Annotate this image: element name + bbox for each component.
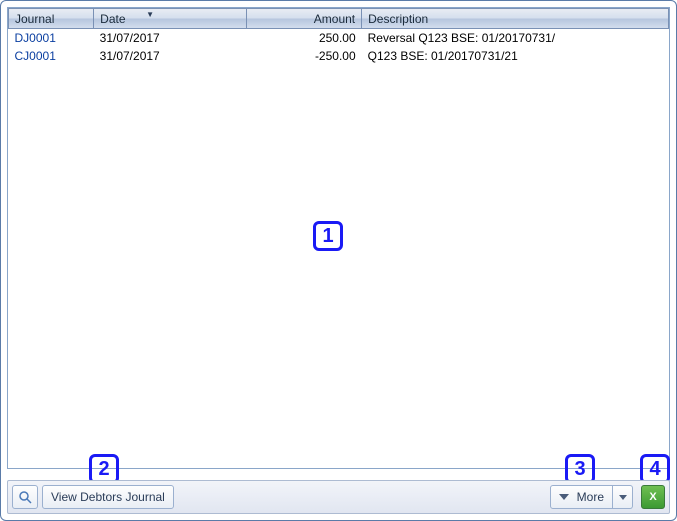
cell-amount: 250.00 bbox=[246, 29, 361, 47]
column-header-description[interactable]: Description bbox=[362, 9, 669, 29]
table-row[interactable]: CJ0001 31/07/2017 -250.00 Q123 BSE: 01/2… bbox=[9, 47, 669, 65]
search-button[interactable] bbox=[12, 485, 38, 509]
more-button[interactable]: More bbox=[550, 485, 613, 509]
view-debtors-journal-button[interactable]: View Debtors Journal bbox=[42, 485, 174, 509]
cell-date: 31/07/2017 bbox=[94, 47, 247, 65]
column-header-amount[interactable]: Amount bbox=[246, 9, 361, 29]
data-grid[interactable]: Journal Date ▼ Amount Description DJ0001… bbox=[7, 7, 670, 469]
cell-amount: -250.00 bbox=[246, 47, 361, 65]
view-debtors-journal-label: View Debtors Journal bbox=[51, 490, 165, 504]
cell-date: 31/07/2017 bbox=[94, 29, 247, 47]
excel-icon: X bbox=[649, 491, 656, 503]
cell-description: Reversal Q123 BSE: 01/20170731/ bbox=[362, 29, 669, 47]
more-button-label: More bbox=[577, 490, 604, 504]
more-dropdown-button[interactable] bbox=[613, 485, 633, 509]
cell-journal[interactable]: CJ0001 bbox=[9, 47, 94, 65]
table-row[interactable]: DJ0001 31/07/2017 250.00 Reversal Q123 B… bbox=[9, 29, 669, 47]
cell-description: Q123 BSE: 01/20170731/21 bbox=[362, 47, 669, 65]
sort-descending-icon: ▼ bbox=[146, 10, 154, 19]
magnifier-icon bbox=[18, 490, 32, 504]
window-frame: Journal Date ▼ Amount Description DJ0001… bbox=[0, 0, 677, 521]
export-excel-button[interactable]: X bbox=[641, 485, 665, 509]
column-header-row: Journal Date ▼ Amount Description bbox=[9, 9, 669, 29]
more-button-group: More bbox=[550, 485, 633, 509]
triangle-down-icon bbox=[559, 494, 569, 500]
column-header-date[interactable]: Date ▼ bbox=[94, 9, 247, 29]
column-header-date-label: Date bbox=[100, 12, 125, 26]
chevron-down-icon bbox=[619, 495, 627, 500]
cell-journal[interactable]: DJ0001 bbox=[9, 29, 94, 47]
column-header-journal[interactable]: Journal bbox=[9, 9, 94, 29]
bottom-toolbar: View Debtors Journal More X bbox=[7, 480, 670, 514]
